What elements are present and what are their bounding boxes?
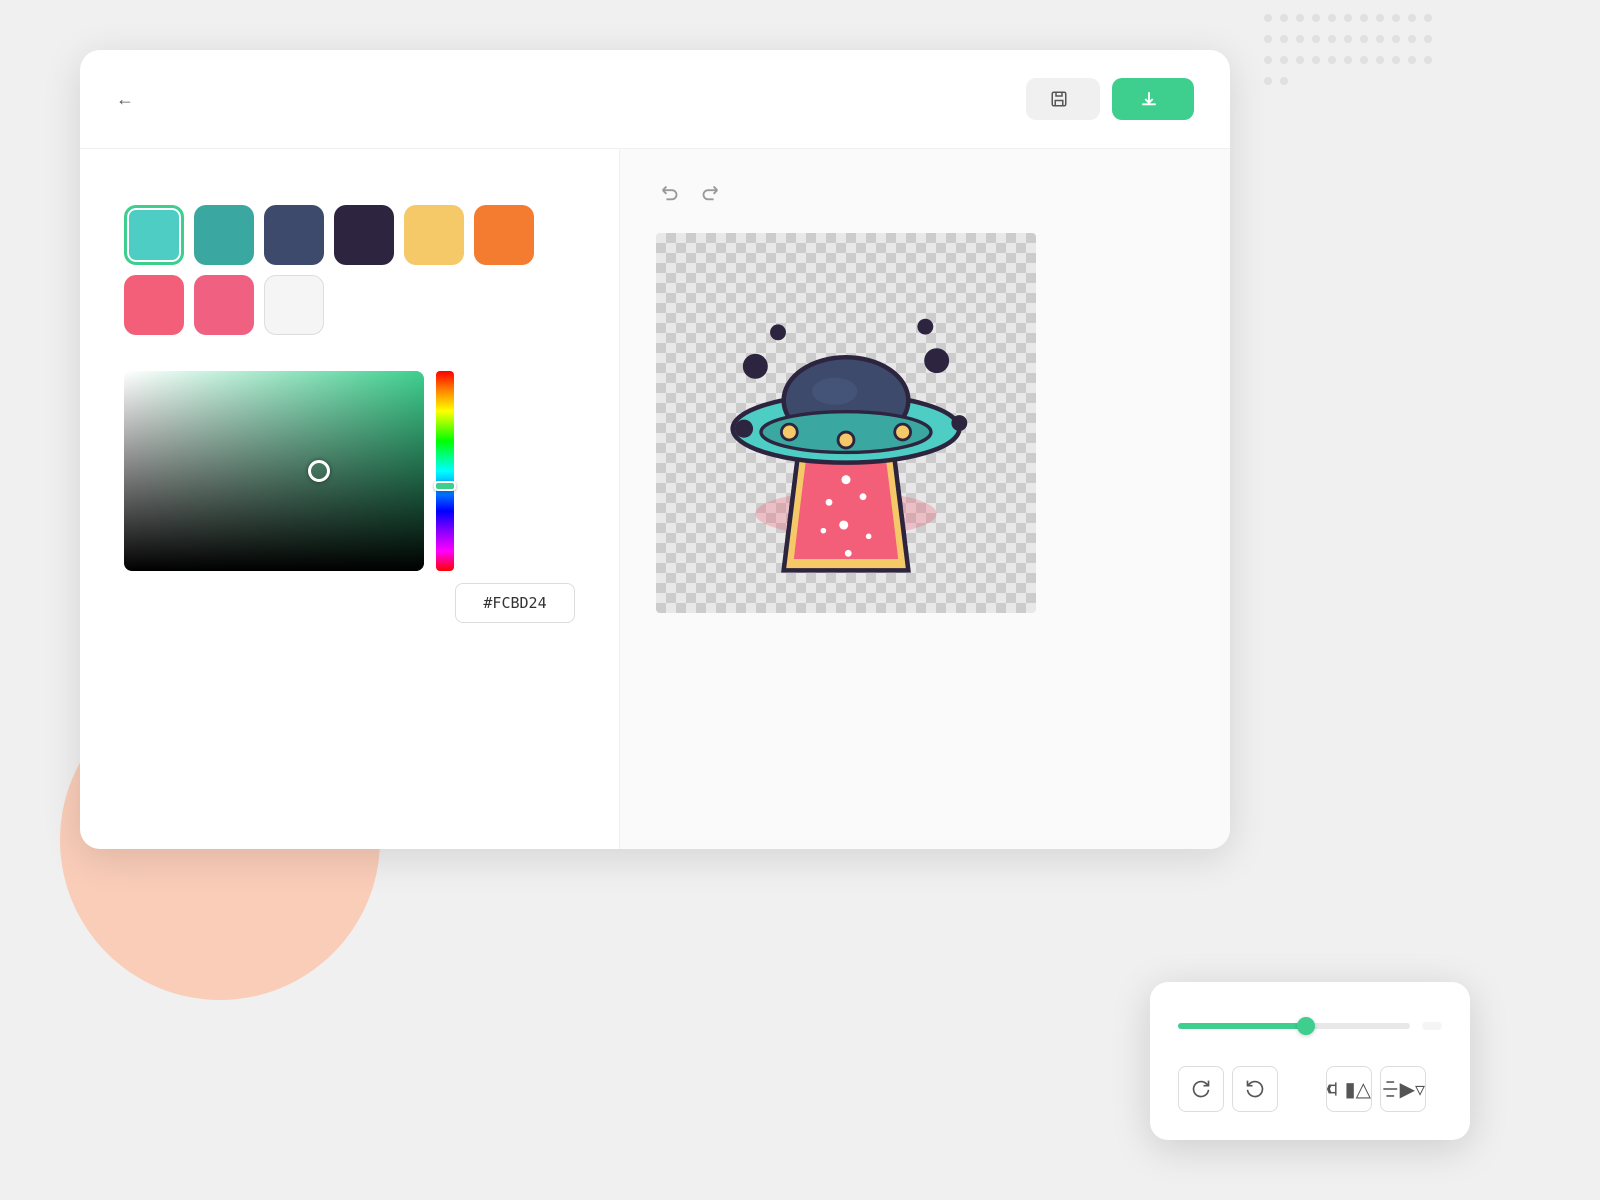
- flip-horizontal-button[interactable]: ▮△: [1326, 1066, 1372, 1112]
- undo-icon: [660, 181, 682, 203]
- preview-panel: [620, 149, 1230, 849]
- scale-slider-fill: [1178, 1023, 1306, 1029]
- redo-icon: [698, 181, 720, 203]
- save-icon: [1050, 90, 1068, 108]
- exit-editor-button[interactable]: ←: [116, 89, 142, 110]
- flip-v-icon: [1381, 1079, 1400, 1099]
- swatch-yellow[interactable]: [404, 205, 464, 265]
- undo-button[interactable]: [656, 177, 686, 213]
- download-icon: [1140, 90, 1158, 108]
- scale-slider[interactable]: [1178, 1023, 1410, 1029]
- swatch-teal-light[interactable]: [124, 205, 184, 265]
- scale-slider-thumb: [1297, 1017, 1315, 1035]
- rotate-group: [1178, 1054, 1294, 1112]
- header-actions: [1026, 78, 1194, 120]
- main-editor-card: ←: [80, 50, 1230, 849]
- undo-redo-toolbar: [656, 177, 732, 213]
- flip-buttons: ▮△ ▶▿: [1326, 1066, 1442, 1112]
- rotate-counter-clockwise-button[interactable]: [1232, 1066, 1278, 1112]
- controls-card: ▮△ ▶▿: [1150, 982, 1470, 1140]
- color-swatches-container: [124, 205, 575, 335]
- swatch-white[interactable]: [264, 275, 324, 335]
- new-color-section: [124, 371, 575, 623]
- editor-content: [80, 149, 1230, 849]
- rotate-flip-row: ▮△ ▶▿: [1178, 1054, 1442, 1112]
- rotate-buttons: [1178, 1066, 1294, 1112]
- decorative-dots: const dotContainer = document.querySelec…: [1260, 10, 1440, 130]
- hue-slider[interactable]: [436, 371, 454, 571]
- hex-input[interactable]: [455, 583, 575, 623]
- rotate-clockwise-button[interactable]: [1178, 1066, 1224, 1112]
- hue-thumb: [434, 481, 456, 491]
- swatch-dark-purple[interactable]: [334, 205, 394, 265]
- download-button[interactable]: [1112, 78, 1194, 120]
- swatch-red-pink[interactable]: [124, 275, 184, 335]
- color-picker-canvas[interactable]: [124, 371, 424, 571]
- canvas-dark-overlay: [124, 371, 424, 571]
- color-panel: [80, 149, 620, 849]
- save-to-collection-button[interactable]: [1026, 78, 1100, 120]
- swatch-slate[interactable]: [264, 205, 324, 265]
- scale-row: [1178, 1022, 1442, 1030]
- hex-input-container: [124, 583, 575, 623]
- editor-header: ←: [80, 50, 1230, 149]
- flip-h-icon: [1327, 1079, 1345, 1099]
- redo-button[interactable]: [694, 177, 724, 213]
- scale-value: [1422, 1022, 1442, 1030]
- back-arrow-icon: ←: [116, 89, 134, 110]
- rotate-cw-icon: [1191, 1079, 1211, 1099]
- swatch-teal-dark[interactable]: [194, 205, 254, 265]
- swatch-pink[interactable]: [194, 275, 254, 335]
- flip-group: ▮△ ▶▿: [1326, 1054, 1442, 1112]
- icon-preview-area: [656, 233, 1036, 613]
- flip-vertical-button[interactable]: ▶▿: [1380, 1066, 1426, 1112]
- ufo-icon-preview: [676, 253, 1016, 593]
- rotate-ccw-icon: [1245, 1079, 1265, 1099]
- swatch-orange[interactable]: [474, 205, 534, 265]
- color-picker-cursor: [308, 460, 330, 482]
- color-picker-wrapper: [124, 371, 575, 571]
